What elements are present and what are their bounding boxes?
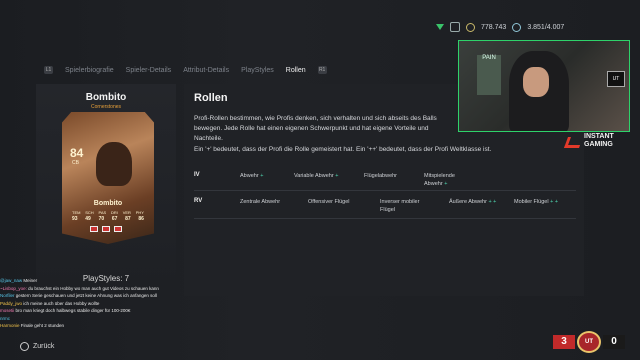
currency-bar: 778.743 3.851/4.007 — [436, 22, 564, 32]
stat-label: VER — [122, 210, 131, 215]
roles-title: Rollen — [194, 92, 228, 104]
stat-label: DRI — [111, 210, 118, 215]
stat-value: 70 — [98, 216, 105, 222]
tab-attribute-details[interactable]: Attribut-Details — [183, 67, 229, 74]
stat-label: PHY — [135, 210, 144, 215]
r1-key-icon: R1 — [317, 66, 327, 74]
notification-icon[interactable] — [450, 22, 460, 32]
roles-description: Profi-Rollen bestimmen, wie Profis denke… — [194, 115, 437, 142]
mastery-plus-icon: + + — [488, 199, 497, 205]
stat-value: 87 — [125, 216, 131, 222]
role-item: Inverser mobiler Flügel — [380, 199, 420, 213]
tab-playstyles[interactable]: PlayStyles — [241, 67, 274, 74]
stat-label: PAS — [98, 210, 107, 215]
chat-text: du brauchst ein Hobby wo man auch gut Vi… — [28, 285, 159, 291]
score-away: 0 — [603, 335, 625, 349]
chat-user: Harmonie — [0, 323, 20, 328]
chat-message: @jaw_naw Meiner — [0, 277, 180, 285]
league-icon — [102, 226, 110, 232]
player-card-type: Cornerstones — [90, 104, 121, 110]
stat-value: 86 — [138, 216, 144, 222]
chat-user: nrmc — [0, 315, 10, 321]
card-badges — [90, 226, 122, 232]
mastery-plus-icon: + + — [550, 199, 559, 205]
stat-value: 67 — [111, 216, 118, 222]
role-item: Mobiler Flügel + + — [514, 199, 559, 205]
back-label: Zurück — [33, 343, 55, 350]
chat-message: Paddy_jwo ich meine auch über das Hobby … — [0, 300, 180, 308]
role-row-rv: RV Zentrale Abwehr Offensiver Flügel Inv… — [194, 194, 576, 219]
card-stat-values: 93 49 70 67 87 86 — [72, 216, 144, 222]
chat-text: ich meine auch über das Hobby wollte — [23, 300, 100, 306]
ut-badge-icon: UT — [577, 331, 601, 353]
stat-label: SCH — [85, 210, 94, 215]
card-name: Bombito — [93, 200, 123, 207]
scoreboard-widget: 3 UT 0 — [553, 331, 633, 353]
back-button[interactable]: Zurück — [20, 342, 54, 351]
score-home: 3 — [553, 335, 575, 349]
fc-points-icon — [512, 22, 522, 32]
chat-user: ~Lisbop_yoe: — [0, 285, 27, 291]
chat-text: Meiner — [23, 278, 38, 283]
player-portrait — [96, 142, 132, 186]
role-row-iv: IV Abwehr + Variable Abwehr + Flügelabwe… — [194, 168, 576, 191]
club-icon — [114, 226, 122, 232]
role-item: Variable Abwehr + — [294, 173, 339, 179]
nation-flag-icon — [90, 226, 98, 232]
card-position: CB — [72, 160, 79, 166]
chat-message: mosetii bro man kriegt doch halbwegs sta… — [0, 307, 180, 315]
mastery-plus-icon: + — [260, 173, 264, 179]
chat-text: Finale geht 2 stunden — [20, 323, 65, 328]
tab-biography[interactable]: Spielerbiografie — [65, 67, 114, 74]
chat-text: bro man kriegt doch halbwegs stabile din… — [15, 308, 131, 313]
mastery-plus-icon: + — [444, 181, 448, 187]
chat-user: mosetii — [0, 308, 15, 313]
role-item: Zentrale Abwehr — [240, 199, 281, 205]
wall-poster: PAIN — [477, 55, 501, 95]
ut-logo: UT — [607, 71, 625, 87]
sponsor-line-2: GAMING — [584, 141, 613, 148]
player-card[interactable]: 84 CB Bombito TEM SCH PAS DRI VER PHY 93… — [62, 112, 154, 244]
role-item: Äußere Abwehr + + — [449, 199, 497, 205]
chat-message: ~Lisbop_yoe: du brauchst ein Hobby wo ma… — [0, 285, 180, 293]
stat-value: 49 — [85, 216, 91, 222]
l1-key-icon: L1 — [44, 66, 53, 74]
sponsor-line-1: INSTANT — [584, 133, 614, 140]
chat-user: Norfiler — [0, 293, 15, 298]
webcam-overlay: PAIN UT — [458, 40, 630, 132]
stat-label: TEM — [72, 210, 81, 215]
chat-text: gestern Serie geschauen und jetzt keine … — [15, 293, 157, 298]
coins-value: 778.743 — [481, 23, 507, 31]
card-rating: 84 — [70, 146, 84, 160]
roles-legend: Ein '+' bedeutet, dass der Profi die Rol… — [194, 146, 492, 153]
role-row-position: RV — [194, 198, 203, 204]
player-name: Bombito — [85, 92, 127, 103]
stream-chat: @jaw_naw Meiner ~Lisbop_yoe: du brauchst… — [0, 277, 180, 330]
points-value: 3.851/4.007 — [527, 23, 565, 31]
tab-bar: L1 Spielerbiografie Spieler-Details Attr… — [44, 66, 327, 74]
mastery-plus-icon: + — [335, 173, 339, 179]
chat-message: Norfiler gestern Serie geschauen und jet… — [0, 292, 180, 300]
role-item: Offensiver Flügel — [308, 199, 350, 205]
online-indicator-icon — [436, 24, 444, 30]
stat-value: 93 — [72, 216, 78, 222]
role-item: Mitspielende Abwehr + — [424, 173, 455, 187]
coins-icon — [466, 22, 475, 32]
chat-message: Harmonie Finale geht 2 stunden — [0, 322, 180, 330]
chat-user: Paddy_jwo — [0, 300, 23, 306]
streamer-face — [523, 67, 549, 97]
circle-button-icon — [20, 342, 29, 351]
tab-player-details[interactable]: Spieler-Details — [126, 67, 172, 74]
card-stat-labels: TEM SCH PAS DRI VER PHY — [72, 210, 144, 215]
chat-user: @jaw_naw — [0, 278, 23, 283]
chat-message: nrmc — [0, 315, 180, 323]
tab-roles[interactable]: Rollen — [286, 67, 306, 74]
role-row-position: IV — [194, 172, 200, 178]
